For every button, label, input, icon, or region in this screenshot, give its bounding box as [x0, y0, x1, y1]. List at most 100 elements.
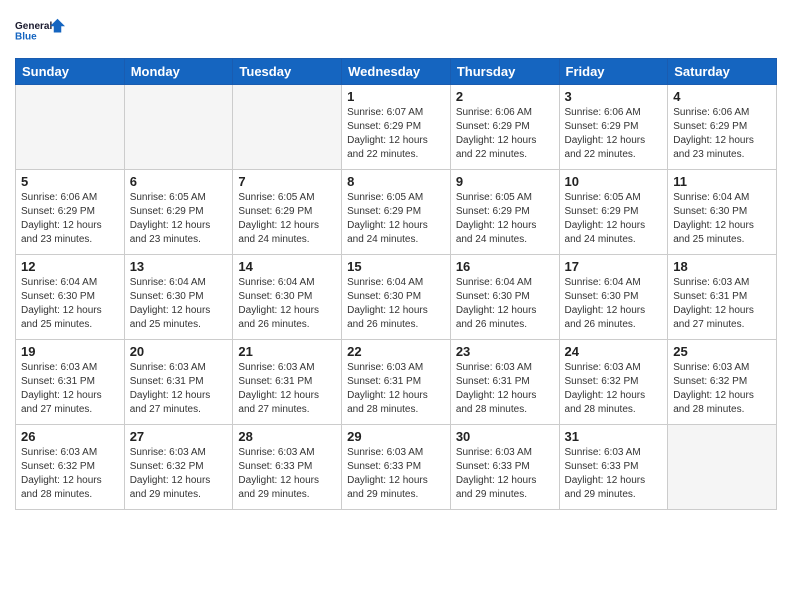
day-info: Sunrise: 6:04 AMSunset: 6:30 PMDaylight:…	[238, 276, 336, 332]
calendar-cell: 17 Sunrise: 6:04 AMSunset: 6:30 PMDayligh…	[559, 255, 668, 340]
day-number: 22	[347, 344, 445, 359]
day-info: Sunrise: 6:03 AMSunset: 6:32 PMDaylight:…	[21, 446, 119, 502]
day-number: 20	[130, 344, 228, 359]
day-info: Sunrise: 6:05 AMSunset: 6:29 PMDaylight:…	[565, 191, 663, 247]
week-row-3: 12 Sunrise: 6:04 AMSunset: 6:30 PMDayligh…	[16, 255, 777, 340]
day-info: Sunrise: 6:03 AMSunset: 6:31 PMDaylight:…	[347, 361, 445, 417]
day-number: 21	[238, 344, 336, 359]
page: General Blue SundayMondayTuesdayWednesda…	[0, 0, 792, 612]
calendar-cell: 11 Sunrise: 6:04 AMSunset: 6:30 PMDayligh…	[668, 170, 777, 255]
calendar-cell: 15Sunrise: 6:04 AMSunset: 6:30 PMDayligh…	[342, 255, 451, 340]
day-info: Sunrise: 6:05 AMSunset: 6:29 PMDaylight:…	[347, 191, 445, 247]
day-number: 6	[130, 174, 228, 189]
day-number: 28	[238, 429, 336, 444]
week-row-1: 1Sunrise: 6:07 AMSunset: 6:29 PMDaylight…	[16, 85, 777, 170]
header-day-tuesday: Tuesday	[233, 59, 342, 85]
day-number: 19	[21, 344, 119, 359]
calendar-cell: 27 Sunrise: 6:03 AMSunset: 6:32 PMDayligh…	[124, 425, 233, 510]
header-day-thursday: Thursday	[450, 59, 559, 85]
day-info: Sunrise: 6:04 AMSunset: 6:30 PMDaylight:…	[456, 276, 554, 332]
week-row-4: 19 Sunrise: 6:03 AMSunset: 6:31 PMDayligh…	[16, 340, 777, 425]
calendar-cell: 7Sunrise: 6:05 AMSunset: 6:29 PMDaylight…	[233, 170, 342, 255]
calendar-cell: 26Sunrise: 6:03 AMSunset: 6:32 PMDayligh…	[16, 425, 125, 510]
calendar-cell	[233, 85, 342, 170]
day-info: Sunrise: 6:05 AMSunset: 6:29 PMDaylight:…	[456, 191, 554, 247]
day-info: Sunrise: 6:04 AMSunset: 6:30 PMDaylight:…	[347, 276, 445, 332]
header-day-monday: Monday	[124, 59, 233, 85]
day-info: Sunrise: 6:03 AMSunset: 6:33 PMDaylight:…	[456, 446, 554, 502]
day-info: Sunrise: 6:03 AMSunset: 6:32 PMDaylight:…	[130, 446, 228, 502]
calendar-cell: 14 Sunrise: 6:04 AMSunset: 6:30 PMDayligh…	[233, 255, 342, 340]
day-info: Sunrise: 6:03 AMSunset: 6:32 PMDaylight:…	[565, 361, 663, 417]
day-info: Sunrise: 6:04 AMSunset: 6:30 PMDaylight:…	[673, 191, 771, 247]
calendar-cell: 8 Sunrise: 6:05 AMSunset: 6:29 PMDaylight…	[342, 170, 451, 255]
header-day-saturday: Saturday	[668, 59, 777, 85]
day-info: Sunrise: 6:03 AMSunset: 6:33 PMDaylight:…	[347, 446, 445, 502]
calendar-cell: 20Sunrise: 6:03 AMSunset: 6:31 PMDayligh…	[124, 340, 233, 425]
logo-svg: General Blue	[15, 10, 65, 50]
calendar-cell: 12 Sunrise: 6:04 AMSunset: 6:30 PMDayligh…	[16, 255, 125, 340]
calendar-cell: 6 Sunrise: 6:05 AMSunset: 6:29 PMDaylight…	[124, 170, 233, 255]
calendar-cell: 2Sunrise: 6:06 AMSunset: 6:29 PMDaylight…	[450, 85, 559, 170]
calendar-cell: 25 Sunrise: 6:03 AMSunset: 6:32 PMDayligh…	[668, 340, 777, 425]
day-number: 4	[673, 89, 771, 104]
day-info: Sunrise: 6:03 AMSunset: 6:31 PMDaylight:…	[456, 361, 554, 417]
day-number: 24	[565, 344, 663, 359]
day-number: 23	[456, 344, 554, 359]
calendar-cell: 24 Sunrise: 6:03 AMSunset: 6:32 PMDayligh…	[559, 340, 668, 425]
calendar-cell: 9 Sunrise: 6:05 AMSunset: 6:29 PMDaylight…	[450, 170, 559, 255]
svg-text:Blue: Blue	[15, 31, 37, 42]
week-row-2: 5Sunrise: 6:06 AMSunset: 6:29 PMDaylight…	[16, 170, 777, 255]
calendar-cell: 5Sunrise: 6:06 AMSunset: 6:29 PMDaylight…	[16, 170, 125, 255]
day-number: 8	[347, 174, 445, 189]
day-number: 30	[456, 429, 554, 444]
day-info: Sunrise: 6:06 AMSunset: 6:29 PMDaylight:…	[456, 106, 554, 162]
day-info: Sunrise: 6:04 AMSunset: 6:30 PMDaylight:…	[21, 276, 119, 332]
day-info: Sunrise: 6:04 AMSunset: 6:30 PMDaylight:…	[565, 276, 663, 332]
day-info: Sunrise: 6:03 AMSunset: 6:32 PMDaylight:…	[673, 361, 771, 417]
header-day-wednesday: Wednesday	[342, 59, 451, 85]
calendar-cell: 28Sunrise: 6:03 AMSunset: 6:33 PMDayligh…	[233, 425, 342, 510]
day-number: 14	[238, 259, 336, 274]
day-info: Sunrise: 6:04 AMSunset: 6:30 PMDaylight:…	[130, 276, 228, 332]
day-number: 10	[565, 174, 663, 189]
header-day-friday: Friday	[559, 59, 668, 85]
day-info: Sunrise: 6:05 AMSunset: 6:29 PMDaylight:…	[130, 191, 228, 247]
calendar-cell	[16, 85, 125, 170]
calendar-cell: 31 Sunrise: 6:03 AMSunset: 6:33 PMDayligh…	[559, 425, 668, 510]
day-info: Sunrise: 6:06 AMSunset: 6:29 PMDaylight:…	[21, 191, 119, 247]
day-number: 25	[673, 344, 771, 359]
day-number: 16	[456, 259, 554, 274]
calendar-header-row: SundayMondayTuesdayWednesdayThursdayFrid…	[16, 59, 777, 85]
day-number: 3	[565, 89, 663, 104]
day-info: Sunrise: 6:03 AMSunset: 6:31 PMDaylight:…	[21, 361, 119, 417]
day-number: 13	[130, 259, 228, 274]
calendar-cell: 19 Sunrise: 6:03 AMSunset: 6:31 PMDayligh…	[16, 340, 125, 425]
calendar-cell	[668, 425, 777, 510]
day-number: 18	[673, 259, 771, 274]
day-number: 31	[565, 429, 663, 444]
day-number: 11	[673, 174, 771, 189]
logo: General Blue	[15, 10, 65, 50]
day-number: 29	[347, 429, 445, 444]
day-number: 27	[130, 429, 228, 444]
day-info: Sunrise: 6:03 AMSunset: 6:33 PMDaylight:…	[565, 446, 663, 502]
calendar-cell: 21 Sunrise: 6:03 AMSunset: 6:31 PMDayligh…	[233, 340, 342, 425]
day-info: Sunrise: 6:06 AMSunset: 6:29 PMDaylight:…	[673, 106, 771, 162]
day-info: Sunrise: 6:07 AMSunset: 6:29 PMDaylight:…	[347, 106, 445, 162]
calendar-cell: 18Sunrise: 6:03 AMSunset: 6:31 PMDayligh…	[668, 255, 777, 340]
day-number: 7	[238, 174, 336, 189]
day-number: 17	[565, 259, 663, 274]
calendar-cell: 1Sunrise: 6:07 AMSunset: 6:29 PMDaylight…	[342, 85, 451, 170]
header: General Blue	[15, 10, 777, 50]
calendar: SundayMondayTuesdayWednesdayThursdayFrid…	[15, 58, 777, 510]
calendar-cell: 13 Sunrise: 6:04 AMSunset: 6:30 PMDayligh…	[124, 255, 233, 340]
calendar-cell: 10 Sunrise: 6:05 AMSunset: 6:29 PMDayligh…	[559, 170, 668, 255]
day-info: Sunrise: 6:06 AMSunset: 6:29 PMDaylight:…	[565, 106, 663, 162]
day-info: Sunrise: 6:03 AMSunset: 6:31 PMDaylight:…	[238, 361, 336, 417]
day-number: 9	[456, 174, 554, 189]
week-row-5: 26Sunrise: 6:03 AMSunset: 6:32 PMDayligh…	[16, 425, 777, 510]
calendar-cell: 29 Sunrise: 6:03 AMSunset: 6:33 PMDayligh…	[342, 425, 451, 510]
day-number: 12	[21, 259, 119, 274]
calendar-cell: 30 Sunrise: 6:03 AMSunset: 6:33 PMDayligh…	[450, 425, 559, 510]
